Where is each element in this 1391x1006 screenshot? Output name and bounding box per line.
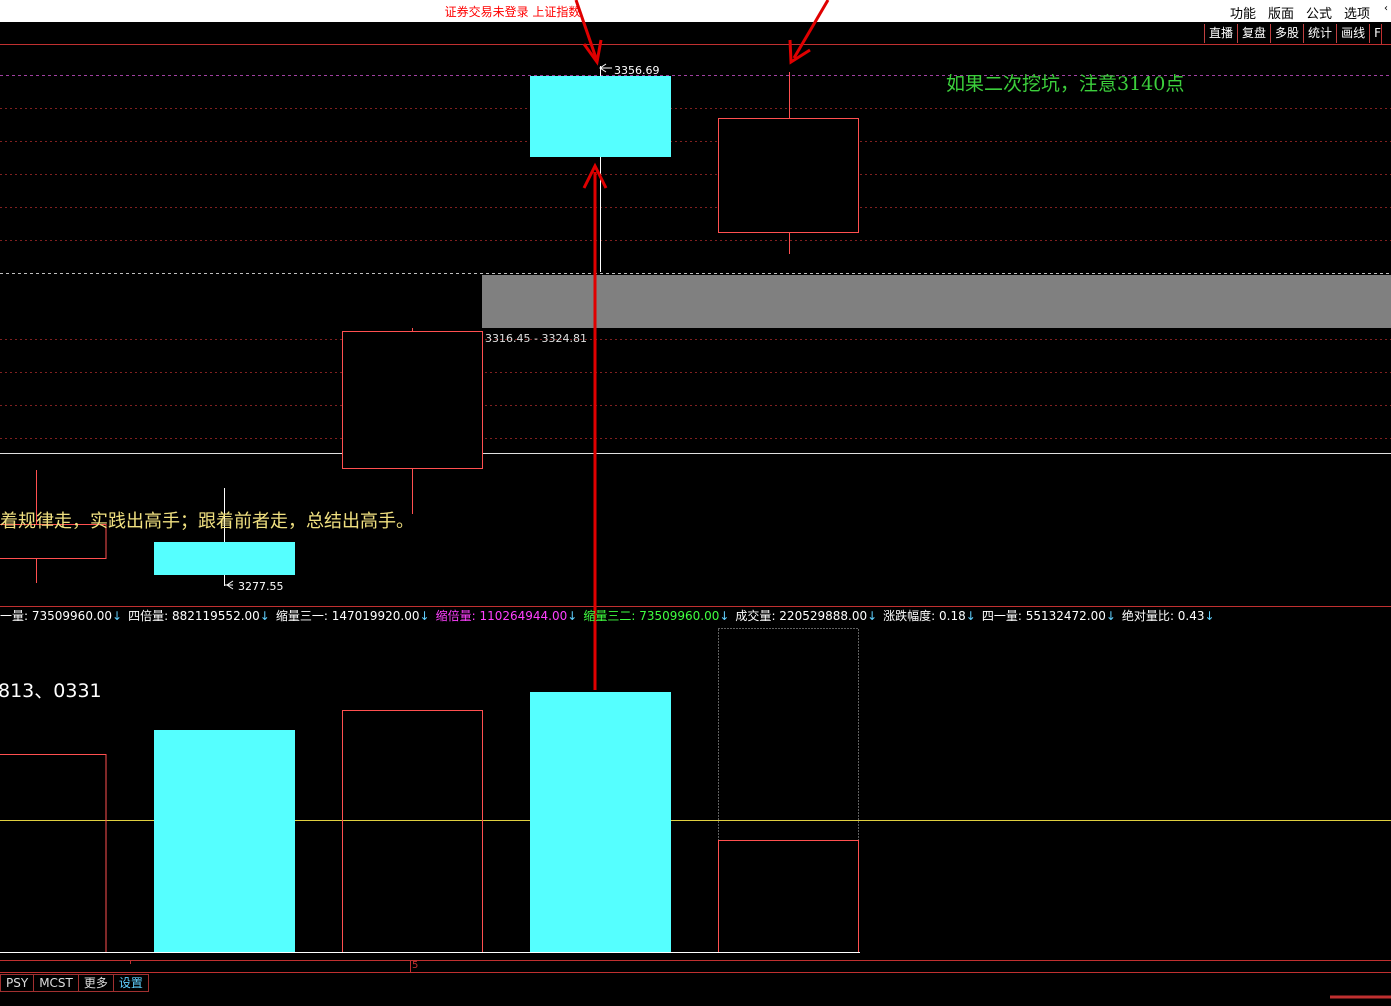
- candle-3-body: [342, 331, 483, 469]
- volume-bar-4: [530, 692, 671, 952]
- resistance-zone: [482, 275, 1391, 328]
- readout-name: 涨跌幅度: [883, 609, 932, 623]
- readout-item: 绝对量比: 0.43↓: [1121, 609, 1215, 623]
- readout-name: 绝对量比: [1121, 609, 1170, 623]
- down-arrow-icon: ↓: [419, 609, 430, 623]
- low-price-label: 3277.55: [238, 580, 284, 593]
- readout-item: 涨跌幅度: 0.18↓: [883, 609, 976, 623]
- tab-psy[interactable]: PSY: [0, 974, 35, 992]
- green-annotation: 如果二次挖坑，注意3140点: [946, 73, 1185, 95]
- volume-bar-1: [0, 754, 107, 953]
- down-arrow-icon: ↓: [567, 609, 578, 623]
- candle-5-body: [718, 118, 859, 233]
- down-arrow-icon: ↓: [867, 609, 878, 623]
- readout-item: 缩量三一: 147019920.00↓: [275, 609, 430, 623]
- readout-value: 220529888.00: [779, 609, 868, 623]
- down-arrow-icon: ↓: [719, 609, 730, 623]
- down-arrow-icon: ↓: [259, 609, 270, 623]
- readout-name: 缩量三一: [275, 609, 324, 623]
- down-arrow-icon: ↓: [112, 609, 123, 623]
- volume-bar-3: [342, 710, 483, 953]
- down-arrow-icon: ↓: [1204, 609, 1215, 623]
- volume-bar-5-projection: [718, 628, 859, 841]
- readout-name: 一量: [0, 609, 25, 623]
- readout-name: 缩量三二: [583, 609, 632, 623]
- readout-item: 一量: 73509960.00↓: [0, 609, 123, 623]
- readout-item: 四一量: 55132472.00↓: [981, 609, 1116, 623]
- readout-value: 73509960.00: [31, 609, 113, 623]
- tab-settings[interactable]: 设置: [113, 974, 149, 992]
- down-arrow-icon: ↓: [1105, 609, 1116, 623]
- volume-annotation: 813、0331: [0, 680, 102, 702]
- candle-2-body: [154, 542, 295, 575]
- down-arrow-icon: ↓: [965, 609, 976, 623]
- readout-value: 0.43: [1177, 609, 1205, 623]
- yellow-annotation: 跟着规律走，实践出高手；跟着前者走，总结出高手。: [0, 511, 414, 532]
- readout-name: 四倍量: [128, 609, 165, 623]
- kline-chart[interactable]: [0, 0, 1391, 1006]
- volume-bar-5: [718, 840, 859, 953]
- indicator-tabs: PSY MCST 更多 设置: [0, 974, 149, 992]
- readout-value: 110264944.00: [479, 609, 568, 623]
- readout-value: 55132472.00: [1025, 609, 1106, 623]
- readout-value: 0.18: [939, 609, 966, 623]
- tab-more[interactable]: 更多: [78, 974, 114, 992]
- candle-4-body: [530, 76, 671, 157]
- readout-item: 缩量三二: 73509960.00↓: [583, 609, 730, 623]
- readout-item: 成交量: 220529888.00↓: [735, 609, 878, 623]
- high-price-label: 3356.69: [614, 64, 660, 77]
- x-axis-label: 5: [412, 960, 419, 971]
- indicator-readout: 一量: 73509960.00↓ 四倍量: 882119552.00↓ 缩量三一: …: [0, 607, 1221, 624]
- volume-bar-2: [154, 730, 295, 952]
- readout-name: 缩倍量: [435, 609, 472, 623]
- tab-mcst[interactable]: MCST: [34, 974, 79, 992]
- readout-value: 882119552.00: [171, 609, 260, 623]
- zone-range-label: 3316.45 - 3324.81: [485, 332, 587, 345]
- readout-name: 四一量: [981, 609, 1018, 623]
- readout-name: 成交量: [735, 609, 772, 623]
- readout-value: 73509960.00: [639, 609, 720, 623]
- readout-value: 147019920.00: [331, 609, 420, 623]
- readout-item: 四倍量: 882119552.00↓: [128, 609, 270, 623]
- readout-item: 缩倍量: 110264944.00↓: [435, 609, 578, 623]
